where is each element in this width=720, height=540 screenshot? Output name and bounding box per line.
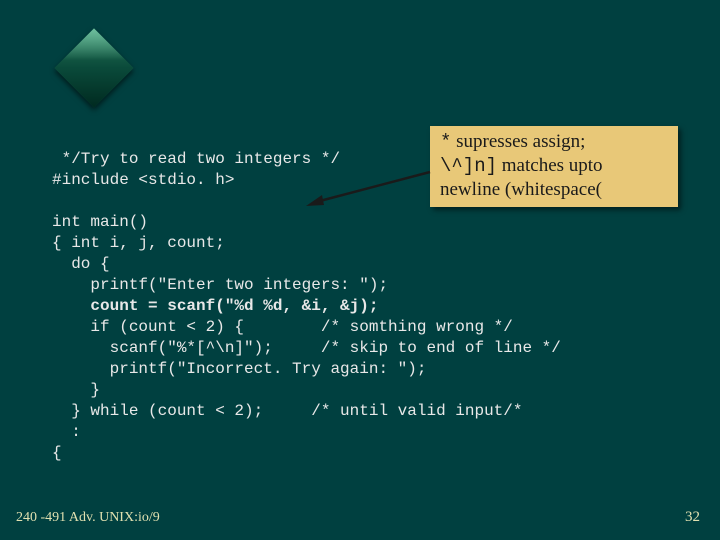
code-line: #include <stdio. h>	[52, 171, 234, 189]
arrow-icon	[302, 168, 432, 208]
callout-line: \^]n] matches upto	[440, 154, 668, 178]
code-line: do {	[52, 255, 110, 273]
code-line: {	[52, 444, 62, 462]
code-line: if (count < 2) { /* somthing wrong */	[52, 318, 513, 336]
code-line: } while (count < 2); /* until valid inpu…	[52, 402, 522, 420]
code-line: printf("Enter two integers: ");	[52, 276, 388, 294]
code-line: int main()	[52, 213, 148, 231]
code-line: :	[52, 423, 81, 441]
code-line-highlight: count = scanf("%d %d, &i, &j);	[52, 297, 378, 315]
code-line: scanf("%*[^\n]"); /* skip to end of line…	[52, 339, 561, 357]
page-number: 32	[685, 509, 700, 526]
callout-line: newline (whitespace(	[440, 178, 668, 201]
annotation-callout: * supresses assign; \^]n] matches upto n…	[430, 126, 678, 207]
code-line: { int i, j, count;	[52, 234, 225, 252]
code-line: }	[52, 381, 100, 399]
code-line: printf("Incorrect. Try again: ");	[52, 360, 426, 378]
callout-line: * supresses assign;	[440, 130, 668, 154]
decorative-diamond	[54, 28, 134, 108]
code-line: */Try to read two integers */	[52, 150, 340, 168]
footer-course: 240 -491 Adv. UNIX:io/9	[16, 510, 160, 526]
